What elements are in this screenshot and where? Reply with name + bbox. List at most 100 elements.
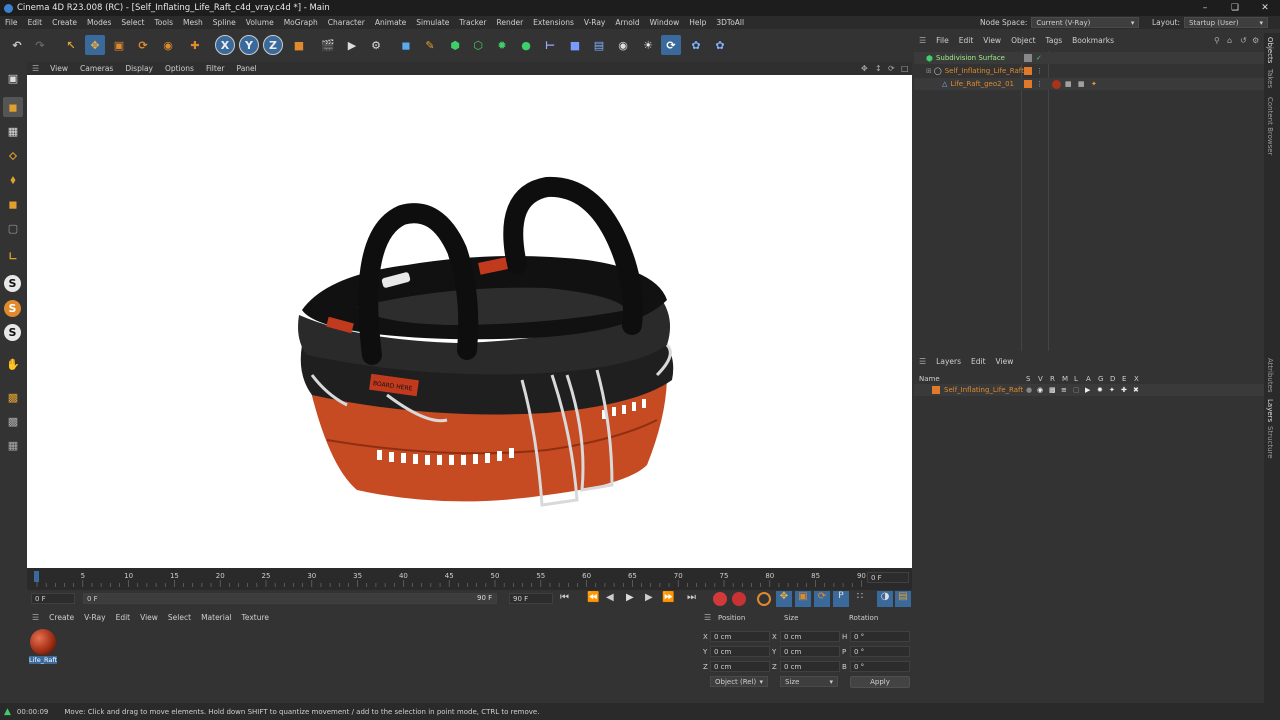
generators-icon[interactable]: ✹ bbox=[1097, 386, 1103, 394]
uvw-tag-icon[interactable]: ▦ bbox=[1065, 80, 1072, 88]
material-menu-texture[interactable]: Texture bbox=[237, 613, 274, 622]
timeline-window-icon[interactable]: ▤ bbox=[895, 591, 911, 607]
menu-tools[interactable]: Tools bbox=[150, 18, 178, 27]
tab-takes[interactable]: Takes bbox=[1266, 69, 1274, 88]
viewport[interactable]: BOARD HERE bbox=[27, 75, 912, 568]
render-settings-icon[interactable]: ⚙ bbox=[366, 35, 386, 55]
viewport-menu-filter[interactable]: Filter bbox=[200, 64, 231, 73]
menu-edit[interactable]: Edit bbox=[23, 18, 48, 27]
layers-menu-edit[interactable]: Edit bbox=[966, 357, 991, 366]
record-icon[interactable] bbox=[713, 592, 727, 606]
menu-select[interactable]: Select bbox=[116, 18, 149, 27]
hamburger-icon[interactable]: ☰ bbox=[27, 64, 44, 73]
vray-icon[interactable]: ⟳ bbox=[661, 35, 681, 55]
enabled-check-icon[interactable]: ✓ bbox=[1036, 54, 1042, 62]
workplane-lock-icon[interactable]: ▩ bbox=[3, 411, 23, 431]
expressions-icon[interactable]: ✚ bbox=[1121, 386, 1127, 394]
undo-icon[interactable]: ↶ bbox=[7, 35, 27, 55]
menu-render[interactable]: Render bbox=[491, 18, 528, 27]
material-menu-edit[interactable]: Edit bbox=[111, 613, 136, 622]
light-icon[interactable]: ☀ bbox=[638, 35, 658, 55]
menu-spline[interactable]: Spline bbox=[208, 18, 241, 27]
viewport-menu-panel[interactable]: Panel bbox=[231, 64, 263, 73]
rot-h-field[interactable]: 0 ° bbox=[850, 631, 910, 642]
camera-icon[interactable]: ◉ bbox=[613, 35, 633, 55]
material-menu-vray[interactable]: V-Ray bbox=[79, 613, 110, 622]
maximize-button[interactable]: ❏ bbox=[1220, 0, 1250, 16]
viewport-move-icon[interactable]: ✥ bbox=[861, 64, 868, 73]
objects-menu-edit[interactable]: Edit bbox=[954, 36, 979, 45]
object-row-subdivision[interactable]: ⬢ Subdivision Surface ✓ bbox=[914, 52, 1264, 64]
layers-menu-view[interactable]: View bbox=[991, 357, 1019, 366]
hamburger-icon[interactable]: ☰ bbox=[914, 36, 931, 45]
rot-p-field[interactable]: 0 ° bbox=[850, 646, 910, 657]
motion-system-icon[interactable]: ◑ bbox=[877, 591, 893, 607]
back-icon[interactable]: ↺ bbox=[1240, 36, 1247, 45]
model-mode-icon[interactable]: ◼ bbox=[3, 97, 23, 117]
objects-menu-object[interactable]: Object bbox=[1006, 36, 1040, 45]
prev-key-icon[interactable]: ⏪ bbox=[587, 592, 599, 603]
xrefs-icon[interactable]: ✖ bbox=[1133, 386, 1139, 394]
go-to-start-icon[interactable]: ⏮ bbox=[560, 592, 569, 603]
pos-x-field[interactable]: 0 cm bbox=[710, 631, 770, 642]
tab-layers[interactable]: Layers bbox=[1266, 399, 1274, 422]
texture-mode-icon[interactable]: ▦ bbox=[3, 121, 23, 141]
menu-animate[interactable]: Animate bbox=[370, 18, 411, 27]
close-button[interactable]: ✕ bbox=[1250, 0, 1280, 16]
minimize-button[interactable]: – bbox=[1190, 0, 1220, 16]
menu-tracker[interactable]: Tracker bbox=[454, 18, 491, 27]
pen-spline-icon[interactable]: ✎ bbox=[420, 35, 440, 55]
key-position-icon[interactable]: ✥ bbox=[776, 591, 792, 607]
tab-objects[interactable]: Objects bbox=[1266, 37, 1274, 63]
material-tag-icon[interactable] bbox=[1052, 79, 1061, 89]
objects-menu-file[interactable]: File bbox=[931, 36, 954, 45]
viewport-toggle-icon[interactable]: □ bbox=[901, 64, 909, 73]
deformer-icon[interactable]: ⊢ bbox=[540, 35, 560, 55]
manager-icon[interactable]: ≡ bbox=[1061, 386, 1067, 394]
make-editable-icon[interactable]: ▣ bbox=[3, 68, 23, 88]
x-axis-icon[interactable]: X bbox=[215, 35, 235, 55]
field-icon[interactable]: ■ bbox=[565, 35, 585, 55]
menu-arnold[interactable]: Arnold bbox=[610, 18, 644, 27]
layout-dropdown[interactable]: Startup (User) ▾ bbox=[1184, 17, 1269, 28]
visibility-dots-icon[interactable]: ⋮ bbox=[1036, 80, 1043, 88]
size-y-field[interactable]: 0 cm bbox=[780, 646, 840, 657]
subdivision-generator-icon[interactable]: ⬢ bbox=[445, 35, 465, 55]
menu-character[interactable]: Character bbox=[323, 18, 370, 27]
menu-modes[interactable]: Modes bbox=[82, 18, 116, 27]
workplane-icon[interactable]: ▩ bbox=[3, 387, 23, 407]
material-menu-select[interactable]: Select bbox=[163, 613, 196, 622]
viewport-rotate-icon[interactable]: ⟳ bbox=[888, 64, 895, 73]
points-mode-icon[interactable]: ⬦ bbox=[3, 146, 23, 166]
uvw-tag-2-icon[interactable]: ▦ bbox=[1078, 80, 1085, 88]
menu-file[interactable]: File bbox=[0, 18, 23, 27]
go-to-end-icon[interactable]: ⏭ bbox=[687, 592, 696, 603]
pos-y-field[interactable]: 0 cm bbox=[710, 646, 770, 657]
timeline-ruler[interactable]: 051015202530354045505560657075808590 bbox=[27, 568, 912, 590]
viewport-menu-cameras[interactable]: Cameras bbox=[74, 64, 119, 73]
range-start-field[interactable]: 0 F bbox=[83, 593, 497, 604]
tree-collapse-icon[interactable]: ⊞ bbox=[926, 67, 932, 75]
coordinate-system-icon[interactable]: ■ bbox=[289, 35, 309, 55]
tab-attributes[interactable]: Attributes bbox=[1266, 358, 1274, 393]
key-parameter-icon[interactable]: P bbox=[833, 591, 849, 607]
render-view-icon[interactable]: 🎬 bbox=[318, 35, 338, 55]
material-swatch[interactable]: Life_Raft bbox=[29, 628, 57, 666]
viewport-menu-options[interactable]: Options bbox=[159, 64, 200, 73]
menu-mograph[interactable]: MoGraph bbox=[279, 18, 323, 27]
settings-icon[interactable]: ⚙ bbox=[1252, 36, 1259, 45]
menu-extensions[interactable]: Extensions bbox=[528, 18, 579, 27]
menu-window[interactable]: Window bbox=[645, 18, 685, 27]
hamburger-icon[interactable]: ☰ bbox=[914, 357, 931, 366]
size-mode-dropdown[interactable]: Size ▾ bbox=[780, 676, 838, 687]
rotate-tool-icon[interactable]: ⟳ bbox=[133, 35, 153, 55]
coord-mode-dropdown[interactable]: Object (Rel) ▾ bbox=[710, 676, 768, 687]
y-axis-icon[interactable]: Y bbox=[239, 35, 259, 55]
recent-tools-icon[interactable]: ◉ bbox=[158, 35, 178, 55]
prev-frame-icon[interactable]: ◀ bbox=[606, 592, 614, 603]
object-row-raft-null[interactable]: ⊞ ◯ Self_Inflating_Life_Raft ⋮ bbox=[914, 65, 1264, 77]
pos-z-field[interactable]: 0 cm bbox=[710, 661, 770, 672]
menu-3dtoall[interactable]: 3DToAll bbox=[711, 18, 749, 27]
object-row-raft-geo[interactable]: △ Life_Raft_geo2_01 ⋮ ▦ ▦ ✦ bbox=[914, 78, 1264, 90]
objects-menu-tags[interactable]: Tags bbox=[1041, 36, 1068, 45]
